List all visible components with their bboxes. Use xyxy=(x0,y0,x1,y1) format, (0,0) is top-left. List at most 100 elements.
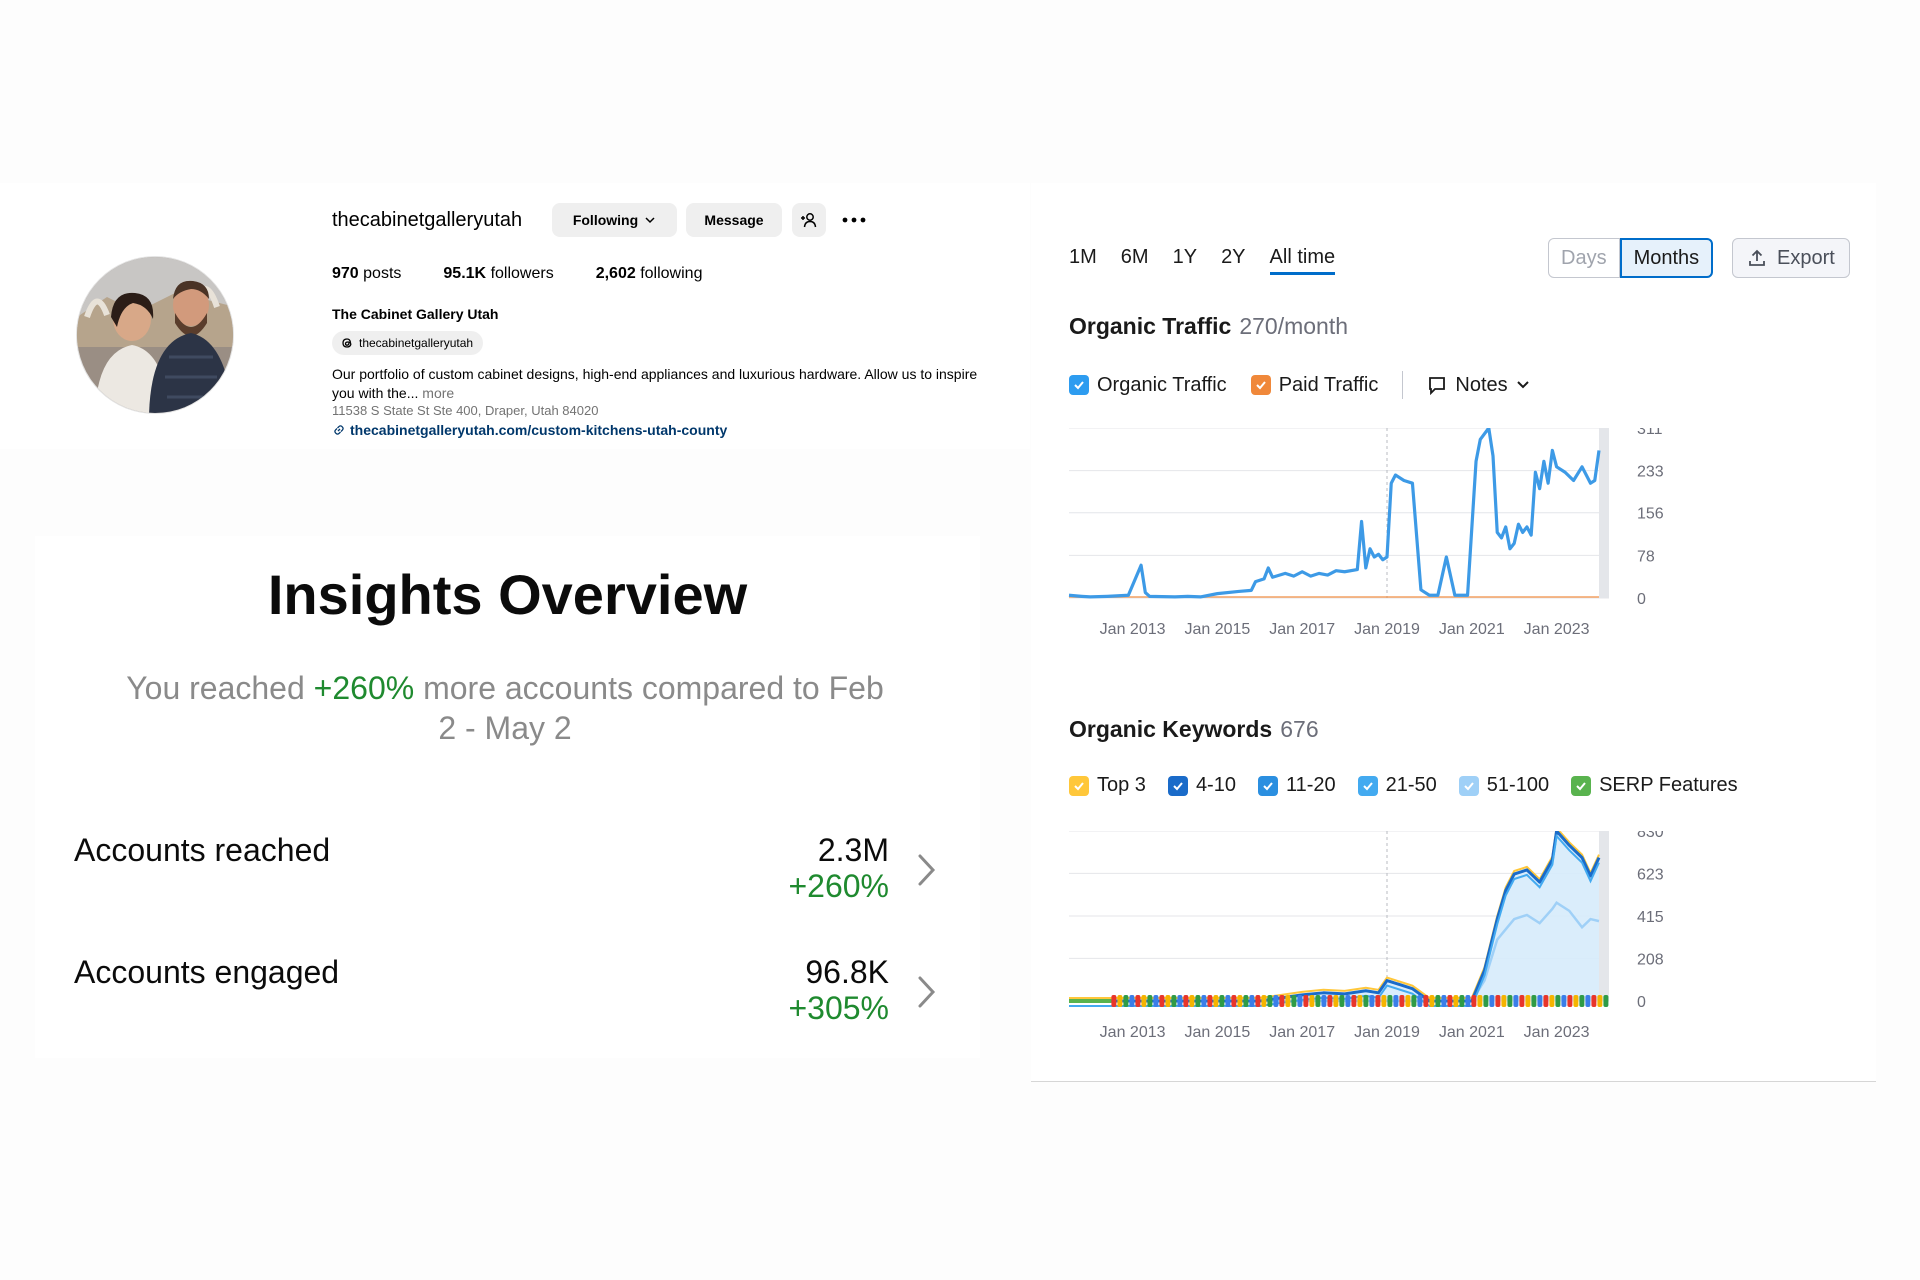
message-button[interactable]: Message xyxy=(686,203,782,237)
stat-posts-label: posts xyxy=(363,265,402,282)
time-range-tabs: 1M 6M 1Y 2Y All time xyxy=(1069,246,1335,275)
notes-dropdown[interactable]: Notes xyxy=(1427,374,1529,397)
serp-marker xyxy=(1177,995,1183,1007)
serp-marker xyxy=(1453,995,1459,1007)
y-tick-label: 0 xyxy=(1637,591,1646,608)
following-button-label: Following xyxy=(572,212,639,228)
serp-marker xyxy=(1231,995,1237,1007)
organic-keywords-title: Organic Keywords 676 xyxy=(1069,716,1319,743)
organic-keywords-legend: Top 3 4-10 11-20 21-50 51-100 SERP Features xyxy=(1069,774,1738,797)
chevron-down-icon xyxy=(1516,381,1529,389)
serp-marker xyxy=(1519,995,1525,1007)
serp-marker xyxy=(1111,995,1117,1007)
profile-display-name: The Cabinet Gallery Utah xyxy=(332,306,499,322)
export-button[interactable]: Export xyxy=(1732,238,1850,278)
legend-21-50[interactable]: 21-50 xyxy=(1357,774,1437,797)
tab-1m[interactable]: 1M xyxy=(1069,246,1097,275)
legend-label: SERP Features xyxy=(1599,774,1738,796)
y-tick-label: 208 xyxy=(1637,951,1664,968)
threads-badge[interactable]: thecabinetgalleryutah xyxy=(332,331,484,355)
x-tick-label: Jan 2017 xyxy=(1269,1024,1335,1041)
months-button[interactable]: Months xyxy=(1619,238,1714,278)
accounts-engaged-change: +305% xyxy=(788,990,889,1026)
serp-marker xyxy=(1435,995,1441,1007)
serp-marker xyxy=(1237,995,1243,1007)
serp-marker xyxy=(1309,995,1315,1007)
tab-1y[interactable]: 1Y xyxy=(1173,246,1197,275)
days-button[interactable]: Days xyxy=(1548,238,1620,278)
checkbox-checked-icon xyxy=(1167,775,1188,796)
serp-marker xyxy=(1225,995,1231,1007)
accounts-reached-row[interactable]: Accounts reached 2.3M +260% xyxy=(74,832,974,912)
serp-marker xyxy=(1141,995,1147,1007)
serp-marker xyxy=(1321,995,1327,1007)
accounts-engaged-row[interactable]: Accounts engaged 96.8K +305% xyxy=(74,954,974,1034)
serp-marker xyxy=(1267,995,1273,1007)
legend-organic-traffic[interactable]: Organic Traffic xyxy=(1069,374,1227,397)
tab-all-time[interactable]: All time xyxy=(1269,246,1335,275)
profile-avatar[interactable] xyxy=(76,256,234,414)
legend-51-100[interactable]: 51-100 xyxy=(1458,774,1550,797)
serp-marker xyxy=(1387,995,1393,1007)
accounts-reached-values: 2.3M +260% xyxy=(788,832,889,904)
serp-marker xyxy=(1351,995,1357,1007)
organic-traffic-metric: 270/month xyxy=(1239,313,1349,339)
serp-marker xyxy=(1411,995,1417,1007)
x-tick-label: Jan 2013 xyxy=(1100,1024,1166,1041)
serp-marker xyxy=(1429,995,1435,1007)
serp-marker xyxy=(1447,995,1453,1007)
stat-followers[interactable]: 95.1K followers xyxy=(443,265,553,283)
organic-keywords-chart[interactable]: 0 208 415 623 830 Jan 2013 Jan 2015 Jan 2017 Jan… xyxy=(1031,831,1876,1071)
serp-marker xyxy=(1501,995,1507,1007)
serp-marker xyxy=(1117,995,1123,1007)
x-tick-label: Jan 2015 xyxy=(1184,1024,1250,1041)
x-tick-label: Jan 2021 xyxy=(1439,1024,1505,1041)
legend-label: 11-20 xyxy=(1285,774,1336,796)
checkbox-checked-icon xyxy=(1069,375,1089,395)
legend-top-3[interactable]: Top 3 xyxy=(1069,774,1146,797)
stat-posts[interactable]: 970 posts xyxy=(332,265,401,283)
serp-marker xyxy=(1579,995,1585,1007)
x-tick-label: Jan 2013 xyxy=(1100,621,1166,638)
serp-marker xyxy=(1249,995,1255,1007)
suggest-users-button[interactable] xyxy=(792,203,826,237)
profile-photo xyxy=(77,257,233,413)
legend-label: 51-100 xyxy=(1486,774,1550,796)
bio-more-link[interactable]: more xyxy=(422,385,454,401)
serp-marker xyxy=(1363,995,1369,1007)
serp-marker xyxy=(1483,995,1489,1007)
tab-2y[interactable]: 2Y xyxy=(1221,246,1245,275)
following-button[interactable]: Following xyxy=(552,203,677,237)
legend-serp-features[interactable]: SERP Features xyxy=(1571,774,1738,797)
tab-6m[interactable]: 6M xyxy=(1121,246,1149,275)
serp-feature-markers xyxy=(1111,995,1609,1007)
threads-icon xyxy=(342,338,352,348)
insights-subtitle-suffix: more accounts compared to Feb 2 - May 2 xyxy=(414,670,884,746)
serp-marker xyxy=(1297,995,1303,1007)
legend-label: 21-50 xyxy=(1385,774,1437,796)
more-options-button[interactable] xyxy=(840,205,868,235)
serp-marker xyxy=(1279,995,1285,1007)
serp-marker xyxy=(1477,995,1483,1007)
serp-marker xyxy=(1147,995,1153,1007)
x-tick-label: Jan 2023 xyxy=(1524,621,1590,638)
stat-followers-value: 95.1K xyxy=(443,265,487,282)
legend-11-20[interactable]: 11-20 xyxy=(1257,774,1336,797)
serp-marker xyxy=(1585,995,1591,1007)
legend-4-10[interactable]: 4-10 xyxy=(1167,774,1236,797)
organic-traffic-chart[interactable]: 0 78 156 233 311 Jan 2013 Jan 2015 Jan 2017 Jan … xyxy=(1031,428,1876,668)
profile-website-link[interactable]: thecabinetgalleryutah.com/custom-kitchen… xyxy=(332,422,727,438)
serp-marker xyxy=(1567,995,1573,1007)
stat-following[interactable]: 2,602 following xyxy=(596,265,703,283)
organic-traffic-legend: Organic Traffic Paid Traffic Notes xyxy=(1069,371,1530,399)
export-label: Export xyxy=(1777,246,1835,269)
accounts-engaged-values: 96.8K +305% xyxy=(788,954,889,1026)
serp-marker xyxy=(1303,995,1309,1007)
serp-marker xyxy=(1537,995,1543,1007)
chevron-down-icon xyxy=(645,217,655,224)
serp-marker xyxy=(1123,995,1129,1007)
legend-paid-traffic[interactable]: Paid Traffic xyxy=(1250,374,1378,397)
accounts-reached-label: Accounts reached xyxy=(74,832,331,868)
checkbox-checked-icon xyxy=(1250,375,1271,395)
serp-marker xyxy=(1507,995,1513,1007)
